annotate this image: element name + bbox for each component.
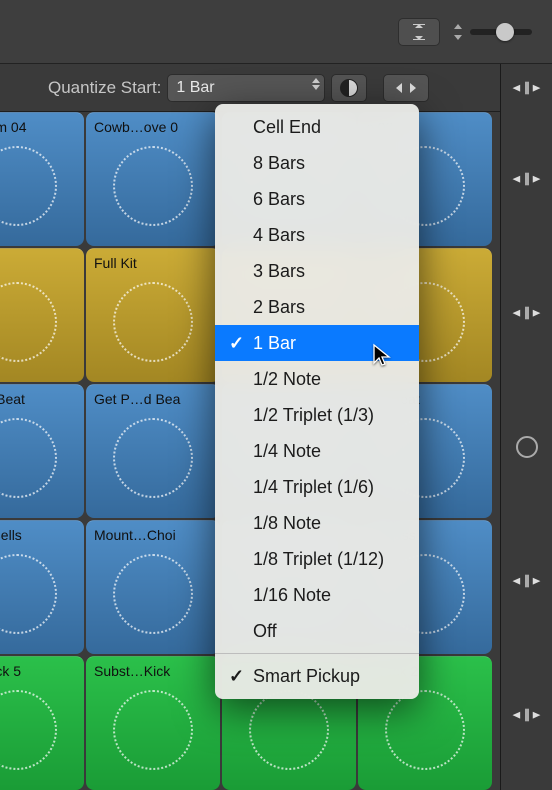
waveform-icon	[0, 146, 57, 226]
phase-icon	[340, 79, 358, 97]
cell-label: an…um 04	[0, 119, 76, 135]
cell[interactable]: st…Kick 5	[0, 656, 84, 790]
cell[interactable]: unt…Bells	[0, 520, 84, 654]
cell-label: Full Kit	[94, 255, 212, 271]
cell[interactable]: Cowb…ove 0	[86, 112, 220, 246]
waveform-icon	[249, 690, 329, 770]
cell[interactable]: an…um 04	[0, 112, 84, 246]
rail-button-3[interactable]	[501, 380, 552, 514]
quantize-menu: Cell End8 Bars6 Bars4 Bars3 Bars2 Bars1 …	[215, 104, 419, 699]
waveform-icon	[113, 146, 193, 226]
reverse-button[interactable]	[383, 74, 429, 102]
vertical-resize-button[interactable]	[398, 18, 440, 46]
top-toolbar	[0, 0, 552, 64]
h-split-icon	[517, 79, 537, 97]
dropdown-stepper-icon	[312, 78, 320, 90]
menu-item[interactable]: 4 Bars	[215, 217, 419, 253]
cell-label: unt…Bells	[0, 527, 76, 543]
cell[interactable]: Full Kit	[86, 248, 220, 382]
menu-item[interactable]: Off	[215, 613, 419, 649]
menu-item[interactable]: 6 Bars	[215, 181, 419, 217]
cell[interactable]: or…a Beat	[0, 384, 84, 518]
h-split-icon	[517, 706, 537, 724]
zoom-slider-knob[interactable]	[496, 23, 514, 41]
cell[interactable]: Get P…d Bea	[86, 384, 220, 518]
menu-item[interactable]: Cell End	[215, 109, 419, 145]
vertical-arrows-icon	[452, 23, 464, 41]
quantize-label: Quantize Start:	[48, 78, 161, 98]
cell-label: or…a Beat	[0, 391, 76, 407]
menu-item-smart-pickup[interactable]: Smart Pickup	[215, 658, 419, 694]
waveform-icon	[385, 690, 465, 770]
waveform-icon	[113, 690, 193, 770]
cell-label: Get P…d Bea	[94, 391, 212, 407]
menu-item[interactable]: 1/4 Triplet (1/6)	[215, 469, 419, 505]
cell[interactable]: Subst…Kick	[86, 656, 220, 790]
rail-button-5[interactable]	[501, 648, 552, 782]
menu-item[interactable]: 1/2 Triplet (1/3)	[215, 397, 419, 433]
menu-separator	[215, 653, 419, 654]
right-rail	[500, 64, 552, 790]
menu-item[interactable]: 8 Bars	[215, 145, 419, 181]
menu-item[interactable]: 2 Bars	[215, 289, 419, 325]
rail-button-0[interactable]	[501, 64, 552, 112]
menu-item[interactable]: 1/4 Note	[215, 433, 419, 469]
menu-item[interactable]: 1/8 Note	[215, 505, 419, 541]
zoom-slider[interactable]	[452, 23, 532, 41]
waveform-icon	[0, 418, 57, 498]
cell[interactable]: Shot	[0, 248, 84, 382]
cell-label: Mount…Choi	[94, 527, 212, 543]
waveform-icon	[113, 418, 193, 498]
rail-button-2[interactable]	[501, 246, 552, 380]
cell-label: Shot	[0, 255, 76, 271]
waveform-icon	[0, 282, 57, 362]
cell-label: Cowb…ove 0	[94, 119, 212, 135]
cell-label: st…Kick 5	[0, 663, 76, 679]
h-split-icon	[517, 304, 537, 322]
cursor-icon	[372, 343, 392, 367]
h-split-icon	[517, 170, 537, 188]
menu-item[interactable]: 1/8 Triplet (1/12)	[215, 541, 419, 577]
quantize-dropdown[interactable]: 1 Bar	[167, 74, 325, 102]
circle-icon	[516, 436, 538, 458]
rail-button-1[interactable]	[501, 112, 552, 246]
rail-button-4[interactable]	[501, 514, 552, 648]
phase-button[interactable]	[331, 74, 367, 102]
waveform-icon	[113, 282, 193, 362]
waveform-icon	[0, 554, 57, 634]
h-split-icon	[517, 572, 537, 590]
waveform-icon	[113, 554, 193, 634]
h-arrows-icon	[395, 81, 417, 95]
menu-item[interactable]: 1/16 Note	[215, 577, 419, 613]
quantize-value: 1 Bar	[176, 79, 214, 97]
cell-label: Subst…Kick	[94, 663, 212, 679]
zoom-slider-track[interactable]	[470, 29, 532, 35]
waveform-icon	[0, 690, 57, 770]
vertical-resize-icon	[411, 23, 427, 41]
cell[interactable]: Mount…Choi	[86, 520, 220, 654]
menu-item[interactable]: 3 Bars	[215, 253, 419, 289]
